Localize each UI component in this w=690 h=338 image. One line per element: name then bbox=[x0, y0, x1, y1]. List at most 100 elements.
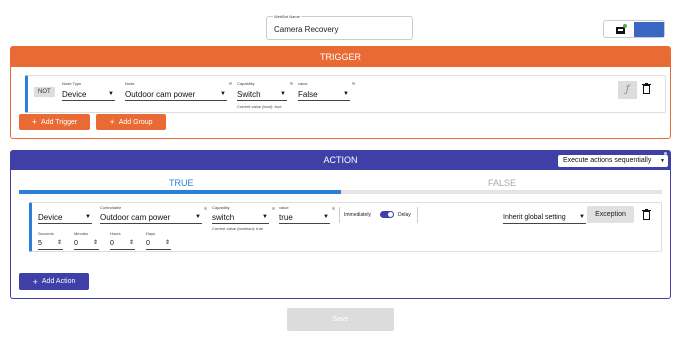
current-value-text: Current value (bool): true bbox=[237, 104, 282, 109]
trigger-row: NOT Node Type Device ▼ Node Outdoor cam p… bbox=[25, 75, 666, 113]
plus-icon: + bbox=[109, 117, 115, 127]
node-type-value: Device bbox=[62, 90, 87, 99]
trigger-header: TRIGGER bbox=[11, 47, 670, 67]
seconds-stepper[interactable]: 5 ⇕ bbox=[38, 238, 63, 250]
action-capability-value: switch bbox=[212, 213, 235, 222]
action-capability-select[interactable]: switch ▼ bbox=[212, 212, 269, 224]
mode-dot bbox=[664, 152, 667, 155]
exception-button[interactable]: Exception bbox=[587, 206, 634, 223]
trigger-title: TRIGGER bbox=[319, 52, 361, 62]
controllable-select[interactable]: Outdoor cam power ▼ bbox=[100, 212, 202, 224]
stepper-icon: ⇕ bbox=[128, 240, 134, 246]
capability-select[interactable]: Switch ▼ bbox=[237, 89, 287, 101]
inherit-value: Inherit global setting bbox=[503, 214, 566, 221]
delay-toggle[interactable] bbox=[380, 211, 394, 218]
add-trigger-label: Add Trigger bbox=[41, 118, 78, 126]
value-value: False bbox=[298, 90, 318, 99]
execution-mode-select[interactable]: Execute actions sequentially ▼ bbox=[558, 155, 668, 167]
exception-label: Exception bbox=[595, 211, 626, 218]
add-action-button[interactable]: + Add Action bbox=[19, 273, 89, 290]
stepper-icon: ⇕ bbox=[164, 240, 170, 246]
hours-stepper[interactable]: 0 ⇕ bbox=[110, 238, 135, 250]
hours-value: 0 bbox=[110, 240, 114, 247]
action-capability-dot bbox=[272, 207, 275, 210]
save-button[interactable]: Save bbox=[287, 308, 394, 331]
chevron-down-icon: ▼ bbox=[85, 214, 91, 220]
inherit-select[interactable]: Inherit global setting ▼ bbox=[503, 212, 586, 224]
controllable-value: Outdoor cam power bbox=[100, 213, 171, 222]
days-stepper[interactable]: 0 ⇕ bbox=[146, 238, 171, 250]
delay-label: Delay bbox=[398, 212, 411, 218]
action-value-select[interactable]: true ▼ bbox=[279, 212, 330, 224]
action-capability-label: Capability bbox=[212, 205, 230, 210]
divider bbox=[417, 207, 418, 223]
tab-false[interactable]: FALSE bbox=[488, 178, 516, 188]
action-type-select[interactable]: Device ▼ bbox=[38, 212, 92, 224]
capability-value: Switch bbox=[237, 90, 261, 99]
action-title: ACTION bbox=[323, 155, 358, 165]
execution-mode-value: Execute actions sequentially bbox=[563, 157, 652, 164]
trash-icon[interactable] bbox=[642, 83, 651, 94]
chevron-down-icon: ▼ bbox=[108, 91, 114, 97]
value-label: value bbox=[298, 81, 308, 86]
chevron-down-icon: ▼ bbox=[262, 214, 268, 220]
add-action-label: Add Action bbox=[41, 278, 76, 285]
node-value: Outdoor cam power bbox=[125, 90, 196, 99]
chevron-down-icon: ▼ bbox=[660, 158, 665, 164]
capability-dot bbox=[290, 82, 293, 85]
chevron-down-icon: ▼ bbox=[579, 214, 585, 220]
save-toggle[interactable] bbox=[603, 20, 665, 38]
seconds-value: 5 bbox=[38, 240, 42, 247]
save-icon bbox=[616, 24, 627, 34]
add-group-button[interactable]: + Add Group bbox=[96, 114, 166, 130]
chevron-down-icon: ▼ bbox=[323, 214, 329, 220]
seconds-label: Seconds bbox=[38, 231, 54, 236]
minutes-label: Minutes bbox=[74, 231, 89, 236]
tab-indicator-active bbox=[19, 190, 341, 194]
days-value: 0 bbox=[146, 240, 150, 247]
value-select[interactable]: False ▼ bbox=[298, 89, 350, 101]
action-value-value: true bbox=[279, 213, 293, 222]
divider bbox=[339, 207, 340, 223]
node-type-label: Node Type bbox=[62, 81, 82, 86]
node-label: Node bbox=[125, 81, 135, 86]
controllable-dot bbox=[204, 207, 207, 210]
trigger-section: TRIGGER NOT Node Type Device ▼ Node Outdo… bbox=[10, 46, 671, 139]
accent-block bbox=[634, 22, 664, 37]
function-button[interactable]: ƒ bbox=[618, 81, 637, 99]
days-label: Days bbox=[146, 231, 156, 236]
webbot-name-label: WebBot Name bbox=[273, 14, 301, 19]
chevron-down-icon: ▼ bbox=[280, 91, 286, 97]
stepper-icon: ⇕ bbox=[92, 240, 98, 246]
tab-true[interactable]: TRUE bbox=[169, 178, 194, 188]
add-group-label: Add Group bbox=[118, 118, 153, 126]
node-select[interactable]: Outdoor cam power ▼ bbox=[125, 89, 227, 101]
action-section: ACTION Execute actions sequentially ▼ TRU… bbox=[10, 150, 671, 299]
controllable-label: Controllable bbox=[100, 205, 122, 210]
hours-label: Hours bbox=[110, 231, 121, 236]
capability-label: Capability bbox=[237, 81, 255, 86]
immediately-label: Immediately bbox=[344, 212, 371, 218]
action-current-value: Current value (boolean): true bbox=[212, 226, 264, 231]
chevron-down-icon: ▼ bbox=[195, 214, 201, 220]
chevron-down-icon: ▼ bbox=[220, 91, 226, 97]
action-value-dot bbox=[332, 207, 335, 210]
stepper-icon: ⇕ bbox=[56, 240, 62, 246]
minutes-value: 0 bbox=[74, 240, 78, 247]
plus-icon: + bbox=[31, 117, 38, 127]
minutes-stepper[interactable]: 0 ⇕ bbox=[74, 238, 99, 250]
not-badge[interactable]: NOT bbox=[34, 87, 55, 97]
action-type-value: Device bbox=[38, 213, 63, 222]
node-dot bbox=[229, 82, 232, 85]
action-row: Device ▼ Controllable Outdoor cam power ▼ … bbox=[29, 202, 662, 252]
webbot-name-field[interactable]: WebBot Name Camera Recovery bbox=[266, 14, 413, 40]
add-trigger-button[interactable]: + Add Trigger bbox=[19, 114, 90, 130]
action-value-label: value bbox=[279, 205, 289, 210]
node-type-select[interactable]: Device ▼ bbox=[62, 89, 115, 101]
webbot-name-value: Camera Recovery bbox=[274, 25, 339, 34]
value-dot bbox=[352, 82, 355, 85]
trash-icon[interactable] bbox=[642, 209, 651, 220]
save-label: Save bbox=[332, 316, 349, 323]
plus-icon: + bbox=[32, 276, 38, 287]
chevron-down-icon: ▼ bbox=[343, 91, 349, 97]
